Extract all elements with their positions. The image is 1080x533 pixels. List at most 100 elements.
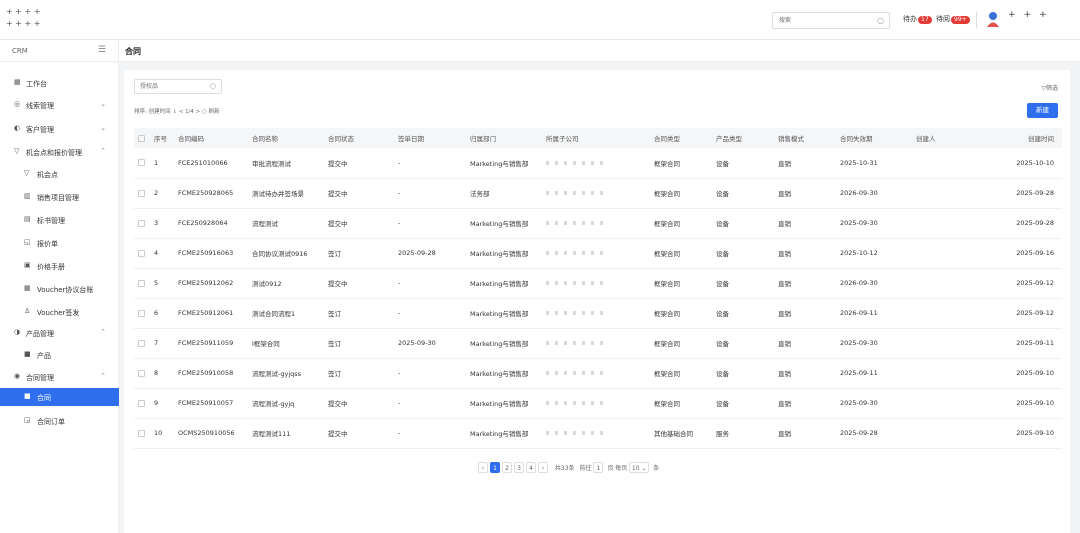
table-cell: 直销 <box>774 358 836 389</box>
table-row[interactable]: 6 FCME250912061 测试合同流程1 签订 - Marketing与销售部 框架合… <box>134 298 1062 329</box>
column-header[interactable]: 签单日期 <box>394 128 466 148</box>
column-header[interactable]: 合同类型 <box>650 128 712 148</box>
table-cell: 签订 <box>324 328 394 359</box>
filter-button[interactable]: ▽筛选 <box>1041 83 1058 92</box>
global-search[interactable]: ○ <box>772 12 890 29</box>
select-all-checkbox[interactable] <box>134 128 150 148</box>
row-checkbox[interactable] <box>134 418 150 449</box>
project-icon: ▥ <box>24 192 31 200</box>
sidebar-item-contract-order[interactable]: ◲ 合同订单 <box>0 412 119 430</box>
global-search-input[interactable] <box>773 13 871 28</box>
collapse-menu-icon[interactable]: ☰ <box>98 45 106 55</box>
read-link[interactable]: 待阅 99+ <box>936 14 970 24</box>
page-button[interactable]: 4 <box>526 462 536 473</box>
row-checkbox[interactable] <box>134 358 150 389</box>
sidebar-item-price-book[interactable]: ▣ 价格手册 <box>0 257 119 275</box>
contract-table: 序号 合同编码 合同名称 合同状态 签单日期 归属部门 所属子公司 合同类型 产… <box>134 128 1062 449</box>
sidebar-item-bids[interactable]: ▤ 标书管理 <box>0 211 119 229</box>
sidebar-item-label: 工作台 <box>26 80 47 88</box>
table-row[interactable]: 5 FCME250912062 测试0912 提交中 - Marketing与销售部 框架合… <box>134 268 1062 299</box>
sidebar-item-opportunity[interactable]: ▽ 机会点 <box>0 165 119 183</box>
page-button[interactable]: 1 <box>490 462 500 473</box>
table-cell: Marketing与销售部 <box>466 148 542 179</box>
search-icon[interactable]: ○ <box>877 16 884 25</box>
table-cell: 2025-09-28 <box>978 178 1062 209</box>
row-checkbox[interactable] <box>134 268 150 299</box>
column-header[interactable]: 销售模式 <box>774 128 836 148</box>
table-cell: 合同协议测试0916 <box>248 238 324 269</box>
sidebar-header: CRM ☰ <box>0 40 118 62</box>
table-row[interactable]: 8 FCME250910058 流程测试-gyjqss 签订 - Marketing与销售… <box>134 358 1062 389</box>
column-header[interactable]: 所属子公司 <box>542 128 650 148</box>
table-cell: 直销 <box>774 388 836 419</box>
search-icon[interactable]: ○ <box>210 82 216 90</box>
subsidiary-cell-redacted <box>542 388 650 419</box>
row-checkbox[interactable] <box>134 178 150 209</box>
sidebar-item-label: 报价单 <box>37 240 58 248</box>
column-header[interactable]: 创建人 <box>912 128 978 148</box>
filter-search[interactable]: ○ <box>134 79 222 94</box>
column-header[interactable]: 产品类型 <box>712 128 774 148</box>
page-button[interactable]: 3 <box>514 462 524 473</box>
row-checkbox[interactable] <box>134 208 150 239</box>
table-cell: 2026-09-11 <box>836 298 912 329</box>
row-checkbox[interactable] <box>134 148 150 179</box>
column-header[interactable]: 合同失效期 <box>836 128 912 148</box>
sidebar-item-opportunity-quote[interactable]: ▽ 机会点和报价管理 ⌃ <box>0 143 119 161</box>
filter-search-input[interactable] <box>135 80 205 93</box>
table-row[interactable]: 1 FCE251010066 审批流程测试 提交中 - Marketing与销售部 框架合同… <box>134 148 1062 179</box>
sidebar-item-contract-mgmt[interactable]: ◉ 合同管理 ⌃ <box>0 368 119 386</box>
table-cell: 4 <box>150 238 174 269</box>
sidebar-item-customers[interactable]: ◐ 客户管理 ⌄ <box>0 120 119 138</box>
per-page-select[interactable]: 10 ⌄ <box>629 462 650 473</box>
next-page-button[interactable]: › <box>538 462 548 473</box>
row-checkbox[interactable] <box>134 298 150 329</box>
sidebar-item-label: 合同管理 <box>26 374 54 382</box>
goto-page-input[interactable]: 1 <box>593 462 604 473</box>
sidebar-item-voucher-ledger[interactable]: ▦ Voucher协议台账 <box>0 280 119 298</box>
table-cell: 提交中 <box>324 178 394 209</box>
table-row[interactable]: 3 FCE250928064 流程测试 提交中 - Marketing与销售部 框架合同 设备… <box>134 208 1062 239</box>
todo-link[interactable]: 待办 17 <box>903 14 932 24</box>
column-header[interactable]: 合同状态 <box>324 128 394 148</box>
page-button[interactable]: 2 <box>502 462 512 473</box>
table-cell: 2026-09-30 <box>836 268 912 299</box>
row-checkbox[interactable] <box>134 388 150 419</box>
sidebar-item-leads[interactable]: ◎ 线索管理 ⌄ <box>0 96 119 114</box>
prev-page-button[interactable]: ‹ <box>478 462 488 473</box>
table-cell: Marketing与销售部 <box>466 268 542 299</box>
sidebar-item-product-mgmt[interactable]: ◑ 产品管理 ⌃ <box>0 324 119 342</box>
table-cell: 2025-09-30 <box>394 328 466 359</box>
column-header[interactable]: 合同编码 <box>174 128 248 148</box>
column-header[interactable]: 归属部门 <box>466 128 542 148</box>
row-checkbox[interactable] <box>134 238 150 269</box>
table-cell: 1 <box>150 148 174 179</box>
table-row[interactable]: 10 OCMS250910056 流程测试111 提交中 - Marketing与销售部 其… <box>134 418 1062 449</box>
column-header[interactable]: 创建时间 <box>978 128 1062 148</box>
table-row[interactable]: 4 FCME250916063 合同协议测试0916 签订 2025-09-28 Mark… <box>134 238 1062 269</box>
table-row[interactable]: 9 FCME250910057 流程测试-gyjq 提交中 - Marketing与销售部… <box>134 388 1062 419</box>
sort-bar[interactable]: 排序: 创建时间 ⇂ < 1/4 > ○ 刷新 <box>134 107 220 115</box>
table-row[interactable]: 7 FCME250911059 l框架合同 签订 2025-09-30 Marketing… <box>134 328 1062 359</box>
sidebar-item-contract[interactable]: ■ 合同 <box>0 388 119 406</box>
app-grid-icon[interactable]: +++ <box>1008 10 1055 20</box>
grid-icon: ▦ <box>14 78 21 86</box>
row-checkbox[interactable] <box>134 328 150 359</box>
sidebar-item-voucher-issue[interactable]: ♙ Voucher签发 <box>0 303 119 321</box>
filter-icon: ▽ <box>14 147 20 155</box>
sidebar-item-workbench[interactable]: ▦ 工作台 <box>0 74 119 92</box>
sidebar-item-quote[interactable]: ◱ 报价单 <box>0 234 119 252</box>
table-cell: FCME250910058 <box>174 358 248 389</box>
table-cell: 直销 <box>774 208 836 239</box>
logo[interactable]: + + + + + + + + <box>6 8 66 34</box>
table-cell: 2025-09-12 <box>978 298 1062 329</box>
sidebar-item-product[interactable]: ■ 产品 <box>0 346 119 364</box>
sidebar-item-sales-project[interactable]: ▥ 销售项目管理 <box>0 188 119 206</box>
table-row[interactable]: 2 FCME250928065 测试待办并签场景 提交中 - 法务部 框架合同 设备 直销 202… <box>134 178 1062 209</box>
table-cell: 2025-09-10 <box>978 358 1062 389</box>
chevron-up-icon: ⌃ <box>100 328 106 336</box>
avatar[interactable] <box>986 11 1000 27</box>
new-contract-button[interactable]: 新建 <box>1027 103 1058 118</box>
column-header[interactable]: 合同名称 <box>248 128 324 148</box>
table-cell: 其他基础合同 <box>650 418 712 449</box>
